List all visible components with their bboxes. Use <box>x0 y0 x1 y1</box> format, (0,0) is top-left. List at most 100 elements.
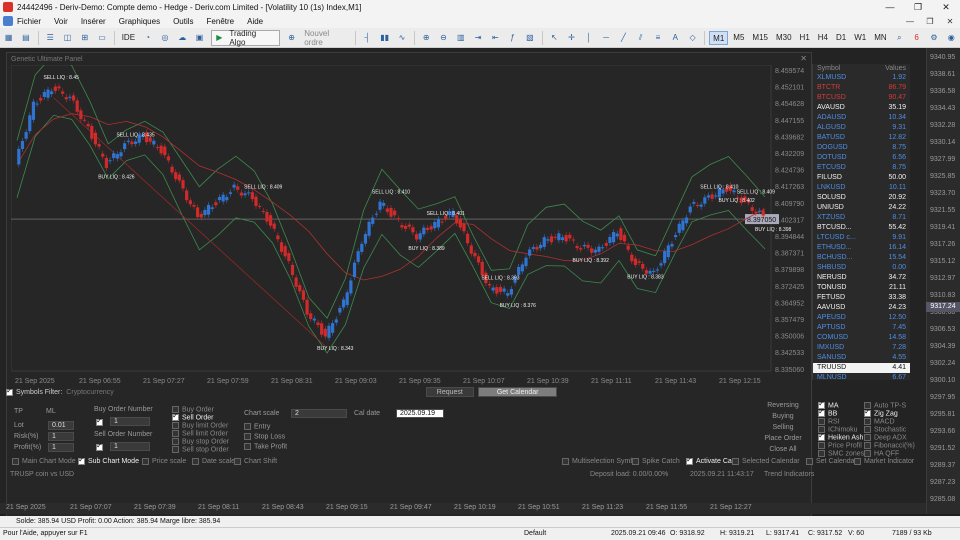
chart-option-checkbox[interactable] <box>192 458 199 465</box>
menu-fenetre[interactable]: Fenêtre <box>207 17 235 26</box>
buy-order-checkbox[interactable] <box>96 416 103 426</box>
action-button[interactable]: Place Order <box>760 435 806 442</box>
chart-option[interactable]: Date scale <box>192 458 235 465</box>
navigator-icon[interactable]: ◫ <box>61 31 74 45</box>
calendar-option[interactable]: Activate Ca <box>686 455 732 465</box>
symbol-row[interactable]: IMXUSD 7.28 <box>813 343 910 353</box>
take-profit-checkbox[interactable] <box>244 443 251 450</box>
order-type-option[interactable]: Sell limit Order <box>172 430 228 437</box>
indicator-checkbox[interactable] <box>818 431 825 441</box>
indicator-checkbox[interactable] <box>864 434 871 441</box>
symbol-row[interactable]: COMUSD 14.58 <box>813 333 910 343</box>
symbol-row[interactable]: BTCTR 86.79 <box>813 83 910 93</box>
chart-option-checkbox[interactable] <box>12 458 19 465</box>
indicator-option[interactable]: BB <box>818 407 837 417</box>
chart-option[interactable]: Sub Chart Mode <box>78 455 139 465</box>
indicator-option[interactable]: Deep ADX <box>864 434 907 441</box>
search-icon[interactable]: ⌕ <box>893 31 906 45</box>
indicator-checkbox[interactable] <box>864 407 871 417</box>
indicator-option[interactable]: HA QFF <box>864 450 899 457</box>
timeframe-w1[interactable]: W1 <box>851 31 869 45</box>
calendar-option-checkbox[interactable] <box>854 458 861 465</box>
symbol-row[interactable]: ADAUSD 10.34 <box>813 113 910 123</box>
action-button[interactable]: Reversing <box>760 402 806 409</box>
symbol-row[interactable]: SHBUSD 0.00 <box>813 263 910 273</box>
calendar-option[interactable]: Market Indicator <box>854 458 914 465</box>
get-calendar-button[interactable]: Get Calendar <box>477 387 558 397</box>
order-type-checkbox[interactable] <box>172 430 179 437</box>
symbol-row[interactable]: ETHUSD... 16.14 <box>813 243 910 253</box>
calendar-option[interactable]: Spike Catch <box>632 458 680 465</box>
menu-voir[interactable]: Voir <box>54 17 68 26</box>
symbol-row[interactable]: TRUUSD 4.41 <box>813 363 910 373</box>
symbol-row[interactable]: MLNUSD 6.67 <box>813 373 910 383</box>
indicator-option[interactable]: Zig Zag <box>864 407 898 417</box>
indicator-checkbox[interactable] <box>864 418 871 425</box>
menu-aide[interactable]: Aide <box>247 17 263 26</box>
symbol-row[interactable]: BTCUSD... 55.42 <box>813 223 910 233</box>
symbol-row[interactable]: AVAUSD 35.19 <box>813 103 910 113</box>
fibonacci-icon[interactable]: ≡ <box>651 31 664 45</box>
menu-fichier[interactable]: Fichier <box>17 17 41 26</box>
indicators-icon[interactable]: ƒ <box>506 31 519 45</box>
calendar-option-checkbox[interactable] <box>806 458 813 465</box>
indicator-checkbox[interactable] <box>818 442 825 449</box>
indicator-option[interactable]: Heiken Ash <box>818 431 863 441</box>
channel-icon[interactable]: ⫽ <box>634 31 647 45</box>
candlestick-icon[interactable]: ▮▮ <box>378 31 391 45</box>
new-order-icon[interactable]: ⊕ <box>285 31 298 45</box>
symbol-row[interactable]: NERUSD 34.72 <box>813 273 910 283</box>
timeframe-m15[interactable]: M15 <box>749 31 771 45</box>
lot-input[interactable]: 0.01 <box>48 421 74 430</box>
signals-icon[interactable]: ◎ <box>158 31 171 45</box>
order-type-option[interactable]: Sell stop Order <box>172 446 229 453</box>
timeframe-m30[interactable]: M30 <box>773 31 795 45</box>
calendar-option-checkbox[interactable] <box>732 458 739 465</box>
symbol-row[interactable]: FILUSD 50.00 <box>813 173 910 183</box>
horizontal-line-icon[interactable]: ─ <box>599 31 612 45</box>
calendar-option-checkbox[interactable] <box>562 458 569 465</box>
timeframe-m5[interactable]: M5 <box>730 31 747 45</box>
strategy-tester-icon[interactable]: ◔ <box>141 31 154 45</box>
chart-close-icon[interactable]: ✕ <box>940 17 960 26</box>
action-button[interactable]: Buying <box>760 413 806 420</box>
timeframe-d1[interactable]: D1 <box>833 31 849 45</box>
order-type-checkbox[interactable] <box>172 422 179 429</box>
data-window-icon[interactable]: ⊞ <box>78 31 91 45</box>
cursor-icon[interactable]: ↖ <box>548 31 561 45</box>
settings-icon[interactable]: ⚙ <box>927 31 940 45</box>
chart-option-checkbox[interactable] <box>78 455 85 465</box>
close-icon[interactable]: ✕ <box>932 2 960 13</box>
indicator-checkbox[interactable] <box>864 426 871 433</box>
entry-checkbox[interactable] <box>244 423 251 430</box>
timeframe-mn[interactable]: MN <box>871 31 889 45</box>
chart-minimize-icon[interactable]: — <box>900 17 920 26</box>
zoom-out-icon[interactable]: ⊖ <box>437 31 450 45</box>
profile-name[interactable]: Default <box>524 530 546 537</box>
indicator-checkbox[interactable] <box>818 450 825 457</box>
order-type-checkbox[interactable] <box>172 438 179 445</box>
menu-graphiques[interactable]: Graphiques <box>119 17 160 26</box>
terminal-icon[interactable]: ▭ <box>95 31 108 45</box>
sell-order-number-input[interactable]: 1 <box>110 442 150 451</box>
calendar-option-checkbox[interactable] <box>632 458 639 465</box>
symbol-row[interactable]: LNKUSD 10.11 <box>813 183 910 193</box>
request-button[interactable]: Request <box>425 387 474 397</box>
risk-input[interactable]: 1 <box>48 432 74 441</box>
cloud-icon[interactable]: ☁ <box>176 31 189 45</box>
panel-close-icon[interactable]: ✕ <box>800 54 807 63</box>
symbol-row[interactable]: ETCUSD 8.75 <box>813 163 910 173</box>
indicator-option[interactable]: SMC zones <box>818 450 864 457</box>
indicator-checkbox[interactable] <box>864 450 871 457</box>
minimize-icon[interactable]: — <box>876 2 904 13</box>
auto-scroll-icon[interactable]: ⇥ <box>471 31 484 45</box>
indicator-option[interactable]: MACD <box>864 418 895 425</box>
cal-date-input[interactable]: 2025.09.19 <box>396 409 444 418</box>
indicator-option[interactable]: Fibonacci(%) <box>864 442 915 449</box>
symbol-row[interactable]: XLMUSD 1.92 <box>813 73 910 83</box>
notification-icon[interactable]: 6 <box>910 31 923 45</box>
ide-button[interactable]: IDE <box>122 33 135 42</box>
crosshair-icon[interactable]: ✛ <box>565 31 578 45</box>
chart-restore-icon[interactable]: ❐ <box>920 17 940 26</box>
chart-option[interactable]: Main Chart Mode <box>12 458 76 465</box>
